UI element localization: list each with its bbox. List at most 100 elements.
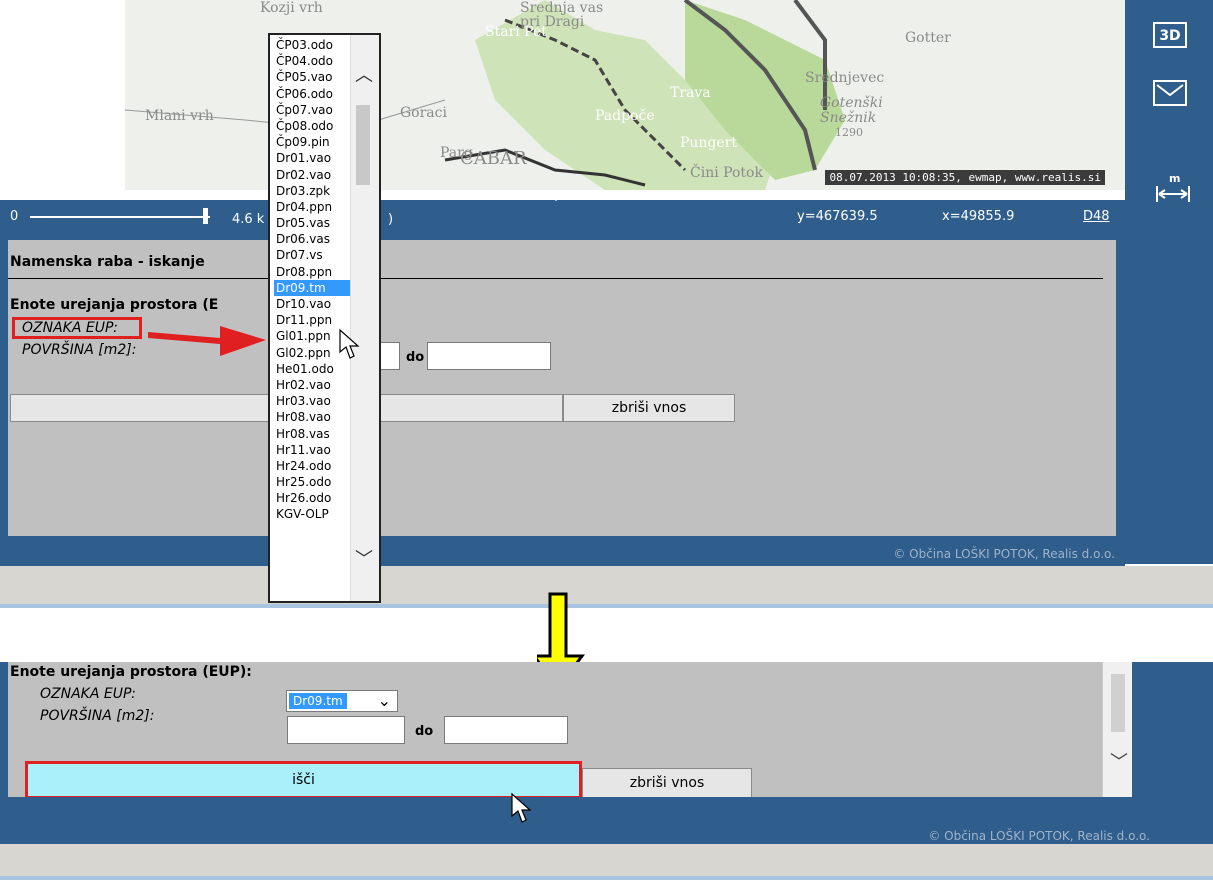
right-toolbar: 3D m bbox=[1125, 0, 1213, 564]
dropdown-option[interactable]: Dr04.ppn bbox=[274, 199, 352, 215]
map-label: Mlani vrh bbox=[145, 108, 214, 124]
dropdown-option[interactable]: Dr07.vs bbox=[274, 247, 352, 263]
dropdown-option[interactable]: Čp07.vao bbox=[274, 102, 352, 118]
mouse-cursor-icon bbox=[339, 328, 360, 359]
dropdown-scrollbar[interactable]: ︿ ﹀ bbox=[350, 35, 379, 601]
povrsina-to-input[interactable] bbox=[427, 342, 551, 370]
search-button[interactable]: išči bbox=[25, 761, 582, 799]
dropdown-option[interactable]: Hr24.odo bbox=[274, 458, 352, 474]
3d-view-icon[interactable]: 3D bbox=[1153, 22, 1187, 48]
map-timestamp: 08.07.2013 10:08:35, ewmap, www.realis.s… bbox=[825, 170, 1105, 185]
dropdown-option[interactable]: Hr02.vao bbox=[274, 377, 352, 393]
dropdown-option[interactable]: ČP03.odo bbox=[274, 37, 352, 53]
chevron-down-icon[interactable]: ⌄ bbox=[378, 691, 391, 710]
frame bbox=[0, 662, 8, 802]
dropdown-option[interactable]: ČP04.odo bbox=[274, 53, 352, 69]
x-coordinate: x=49855.9 bbox=[942, 209, 1015, 224]
search-panel: Namenska raba - iskanje Enote urejanja p… bbox=[0, 232, 1125, 542]
y-coordinate: y=467639.5 bbox=[797, 209, 878, 224]
povrsina-from-input[interactable] bbox=[287, 716, 405, 744]
dropdown-option[interactable]: Dr05.vas bbox=[274, 215, 352, 231]
chevron-down-icon[interactable]: ﹀ bbox=[355, 545, 373, 571]
collapse-map-icon[interactable] bbox=[548, 194, 564, 201]
status-strip bbox=[0, 566, 1213, 606]
povrsina-label: POVRŠINA [m2]: bbox=[22, 342, 137, 358]
search-panel-body: Namenska raba - iskanje Enote urejanja p… bbox=[8, 240, 1116, 536]
separator bbox=[0, 876, 1213, 880]
dropdown-option[interactable]: Dr08.ppn bbox=[274, 264, 352, 280]
dropdown-option[interactable]: Dr10.vao bbox=[274, 296, 352, 312]
dropdown-option[interactable]: Čp08.odo bbox=[274, 118, 352, 134]
section-title: Enote urejanja prostora (EUP): bbox=[10, 664, 252, 680]
map-label: Snežnik bbox=[820, 110, 877, 126]
panel-scrollbar[interactable]: ﹀ bbox=[1102, 662, 1133, 797]
map-label: Padpoče bbox=[595, 108, 655, 124]
dropdown-option[interactable]: Hr08.vao bbox=[274, 409, 352, 425]
coordinate-status-bar: 0 4.6 k ) y=467639.5 x=49855.9 D48 bbox=[0, 194, 1125, 241]
map-label: Pungert bbox=[680, 135, 738, 151]
chevron-up-icon[interactable]: ︿ bbox=[355, 61, 373, 87]
bottom-screenshot: Enote urejanja prostora (EUP): OZNAKA EU… bbox=[0, 662, 1213, 883]
scale-start: 0 bbox=[10, 209, 19, 224]
map-label: Gotter bbox=[905, 30, 951, 46]
status-strip bbox=[0, 844, 1213, 878]
scale-text: 4.6 k bbox=[232, 212, 265, 227]
oznaka-eup-label: OZNAKA EUP: bbox=[40, 686, 136, 702]
top-screenshot: Kozji vrh Srednja vas pri Dragi Gotter S… bbox=[0, 0, 1213, 612]
map-label: CABAR bbox=[460, 148, 527, 169]
povrsina-to-input[interactable] bbox=[444, 716, 568, 744]
footer: © Občina LOŠKI POTOK, Realis d.o.o. bbox=[0, 542, 1125, 566]
dropdown-option[interactable]: Hr26.odo bbox=[274, 490, 352, 506]
scroll-thumb[interactable] bbox=[356, 105, 370, 185]
mail-icon[interactable] bbox=[1153, 80, 1187, 106]
map-label: Stari Pet bbox=[485, 24, 547, 40]
map-label: Čini Potok bbox=[690, 165, 763, 181]
map-link[interactable]: D48 bbox=[1083, 209, 1110, 224]
select-value: Dr09.tm bbox=[289, 693, 347, 709]
scale-slider-track[interactable] bbox=[30, 216, 210, 218]
dropdown-option[interactable]: Dr11.ppn bbox=[274, 312, 352, 328]
dropdown-option[interactable]: Hr08.vas bbox=[274, 426, 352, 442]
dropdown-option[interactable]: Dr01.vao bbox=[274, 150, 352, 166]
do-label: do bbox=[406, 350, 425, 365]
highlight-box bbox=[12, 317, 142, 339]
dropdown-option[interactable]: KGV-OLP bbox=[274, 506, 352, 522]
dropdown-option[interactable]: Hr03.vao bbox=[274, 393, 352, 409]
dropdown-option[interactable]: ČP06.odo bbox=[274, 86, 352, 102]
scale-slider-handle[interactable] bbox=[203, 208, 208, 224]
red-arrow-icon bbox=[148, 326, 266, 356]
chevron-down-icon[interactable]: ﹀ bbox=[1110, 748, 1128, 774]
dropdown-option[interactable]: He01.odo bbox=[274, 361, 352, 377]
clear-button[interactable]: zbriši vnos bbox=[563, 394, 735, 422]
divider bbox=[8, 278, 1103, 279]
do-label: do bbox=[415, 724, 434, 739]
map-label: Srednjevec bbox=[805, 70, 885, 86]
map-label: Kozji vrh bbox=[260, 0, 323, 16]
oznaka-eup-select[interactable]: Dr09.tm ⌄ bbox=[286, 690, 398, 712]
dropdown-option[interactable]: Dr03.zpk bbox=[274, 183, 352, 199]
copyright: © Občina LOŠKI POTOK, Realis d.o.o. bbox=[928, 829, 1150, 843]
dropdown-option[interactable]: Hr25.odo bbox=[274, 474, 352, 490]
measure-icon[interactable]: m bbox=[1155, 172, 1191, 206]
dropdown-option[interactable]: Čp09.pin bbox=[274, 134, 352, 150]
povrsina-from-input[interactable] bbox=[378, 342, 400, 370]
copyright: © Občina LOŠKI POTOK, Realis d.o.o. bbox=[893, 547, 1115, 561]
dropdown-option[interactable]: Hr11.vao bbox=[274, 442, 352, 458]
dropdown-option[interactable]: Dr02.vao bbox=[274, 167, 352, 183]
scale-paren: ) bbox=[388, 212, 394, 227]
map-label: 1290 bbox=[835, 126, 863, 139]
section-title: Enote urejanja prostora (E bbox=[10, 297, 219, 313]
map-label: Gotenški bbox=[820, 95, 883, 111]
dropdown-options: ČP03.odo ČP04.odo ČP05.vao ČP06.odo Čp07.vao… bbox=[274, 37, 352, 523]
dropdown-option[interactable]: Dr09.tm bbox=[274, 279, 352, 296]
map-label: Goraci bbox=[400, 105, 447, 121]
map-label: Trava bbox=[670, 85, 711, 101]
dropdown-option[interactable]: ČP05.vao bbox=[274, 69, 352, 85]
clear-button[interactable]: zbriši vnos bbox=[582, 768, 752, 798]
povrsina-label: POVRŠINA [m2]: bbox=[40, 708, 155, 724]
mouse-cursor-icon bbox=[511, 792, 532, 823]
scroll-thumb[interactable] bbox=[1111, 674, 1125, 732]
eup-dropdown-list[interactable]: ČP03.odo ČP04.odo ČP05.vao ČP06.odo Čp07.vao… bbox=[268, 33, 381, 603]
separator bbox=[0, 604, 1213, 608]
dropdown-option[interactable]: Dr06.vas bbox=[274, 231, 352, 247]
